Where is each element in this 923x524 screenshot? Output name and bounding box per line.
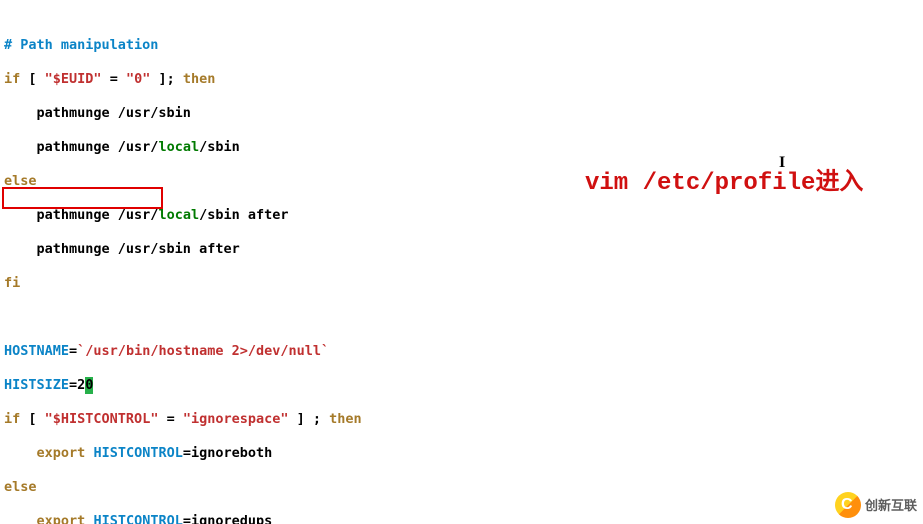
annotation-cmd: vim /etc/profile <box>585 170 815 197</box>
kw-fi: fi <box>4 275 20 291</box>
code-editor[interactable]: # Path manipulation if [ "$EUID" = "0" ]… <box>4 20 606 524</box>
annotation-suffix: 进入 <box>815 169 863 195</box>
watermark-text: 创新互联 <box>865 499 917 512</box>
comment: # Path manipulation <box>4 37 158 53</box>
watermark-logo-icon <box>835 492 861 518</box>
cursor: 0 <box>85 377 93 394</box>
text-cursor-icon: I <box>779 154 785 171</box>
kw-then: then <box>183 71 216 87</box>
kw-else: else <box>4 173 37 189</box>
annotation-vim-command: vim /etc/profile进入 <box>585 174 863 192</box>
watermark: 创新互联 <box>835 492 917 518</box>
kw-if: if <box>4 71 20 87</box>
